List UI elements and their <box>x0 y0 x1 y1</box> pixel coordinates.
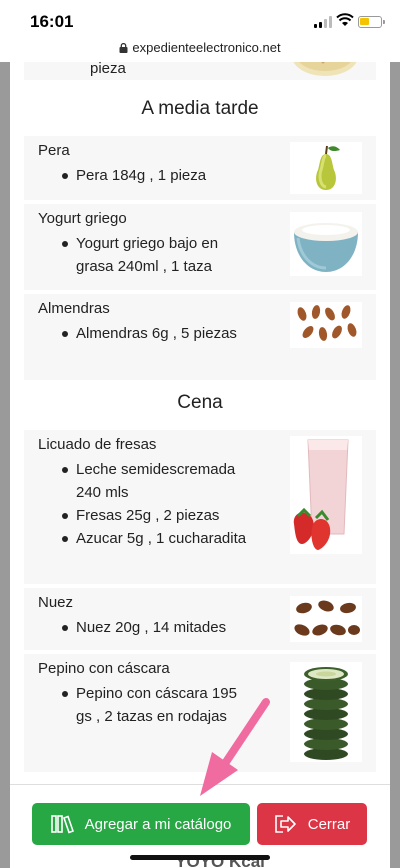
section-title-cena: Cena <box>177 392 223 413</box>
list-item: Yogurt griego Yogurt griego bajo en gras… <box>24 204 376 290</box>
catalog-books-icon <box>50 815 74 834</box>
close-button-label: Cerrar <box>307 815 351 833</box>
list-item: Pepino con cáscara Pepino con cáscara 19… <box>24 654 376 772</box>
item-title: Nuez <box>38 594 74 611</box>
item-title: Almendras <box>38 300 110 317</box>
item-detail: Pepino con cáscara 195 gs , 2 tazas en r… <box>62 682 248 728</box>
list-item: Pera Pera 184g , 1 pieza <box>24 136 376 200</box>
exit-door-icon <box>274 815 296 833</box>
item-detail: Fresas 25g , 2 piezas <box>62 504 248 527</box>
battery-icon <box>358 16 385 28</box>
cucumber-slices-image <box>290 662 362 762</box>
item-detail: Pera 184g , 1 pieza <box>62 164 248 187</box>
item-detail: Nuez 20g , 14 mitades <box>62 616 248 639</box>
yogurt-bowl-image <box>290 212 362 276</box>
wifi-icon <box>336 13 354 26</box>
list-item: Nuez Nuez 20g , 14 mitades <box>24 588 376 650</box>
item-detail: Yogurt griego bajo en grasa 240ml , 1 ta… <box>62 232 248 278</box>
list-item: Almendras Almendras 6g , 5 piezas <box>24 294 376 380</box>
item-title: Pera <box>38 142 70 159</box>
strawberry-smoothie-image <box>290 436 362 554</box>
almonds-image <box>290 302 362 348</box>
meal-plan-modal: pieza A media tarde Pera Pera 184g , 1 p… <box>10 62 390 868</box>
url-text: expedienteelectronico.net <box>132 40 281 55</box>
pecans-image <box>290 596 362 642</box>
item-detail: Leche semidescremada 240 mls <box>62 458 248 504</box>
add-button-label: Agregar a mi catálogo <box>84 815 232 833</box>
lock-icon <box>119 43 128 53</box>
pear-image <box>290 142 362 194</box>
item-detail: Azucar 5g , 1 cucharadita <box>62 527 248 550</box>
url-bar[interactable]: expedienteelectronico.net <box>0 40 400 62</box>
section-title-media-tarde: A media tarde <box>141 98 259 119</box>
item-title: Licuado de fresas <box>38 436 157 453</box>
item-title: Pepino con cáscara <box>38 660 170 677</box>
signal-icon <box>314 16 332 28</box>
item-detail: Almendras 6g , 5 piezas <box>62 322 248 345</box>
list-item: Licuado de fresas Leche semidescremada 2… <box>24 430 376 584</box>
status-bar: 16:01 <box>0 0 400 40</box>
home-indicator[interactable] <box>130 855 270 860</box>
status-time: 16:01 <box>30 12 74 31</box>
item-title: Yogurt griego <box>38 210 127 227</box>
item-detail: pieza <box>90 62 126 77</box>
add-to-catalog-button[interactable]: Agregar a mi catálogo <box>32 803 250 845</box>
close-button[interactable]: Cerrar <box>257 803 367 845</box>
tortilla-image <box>293 62 357 76</box>
list-item: pieza <box>24 62 376 80</box>
modal-body: pieza A media tarde Pera Pera 184g , 1 p… <box>10 62 390 784</box>
